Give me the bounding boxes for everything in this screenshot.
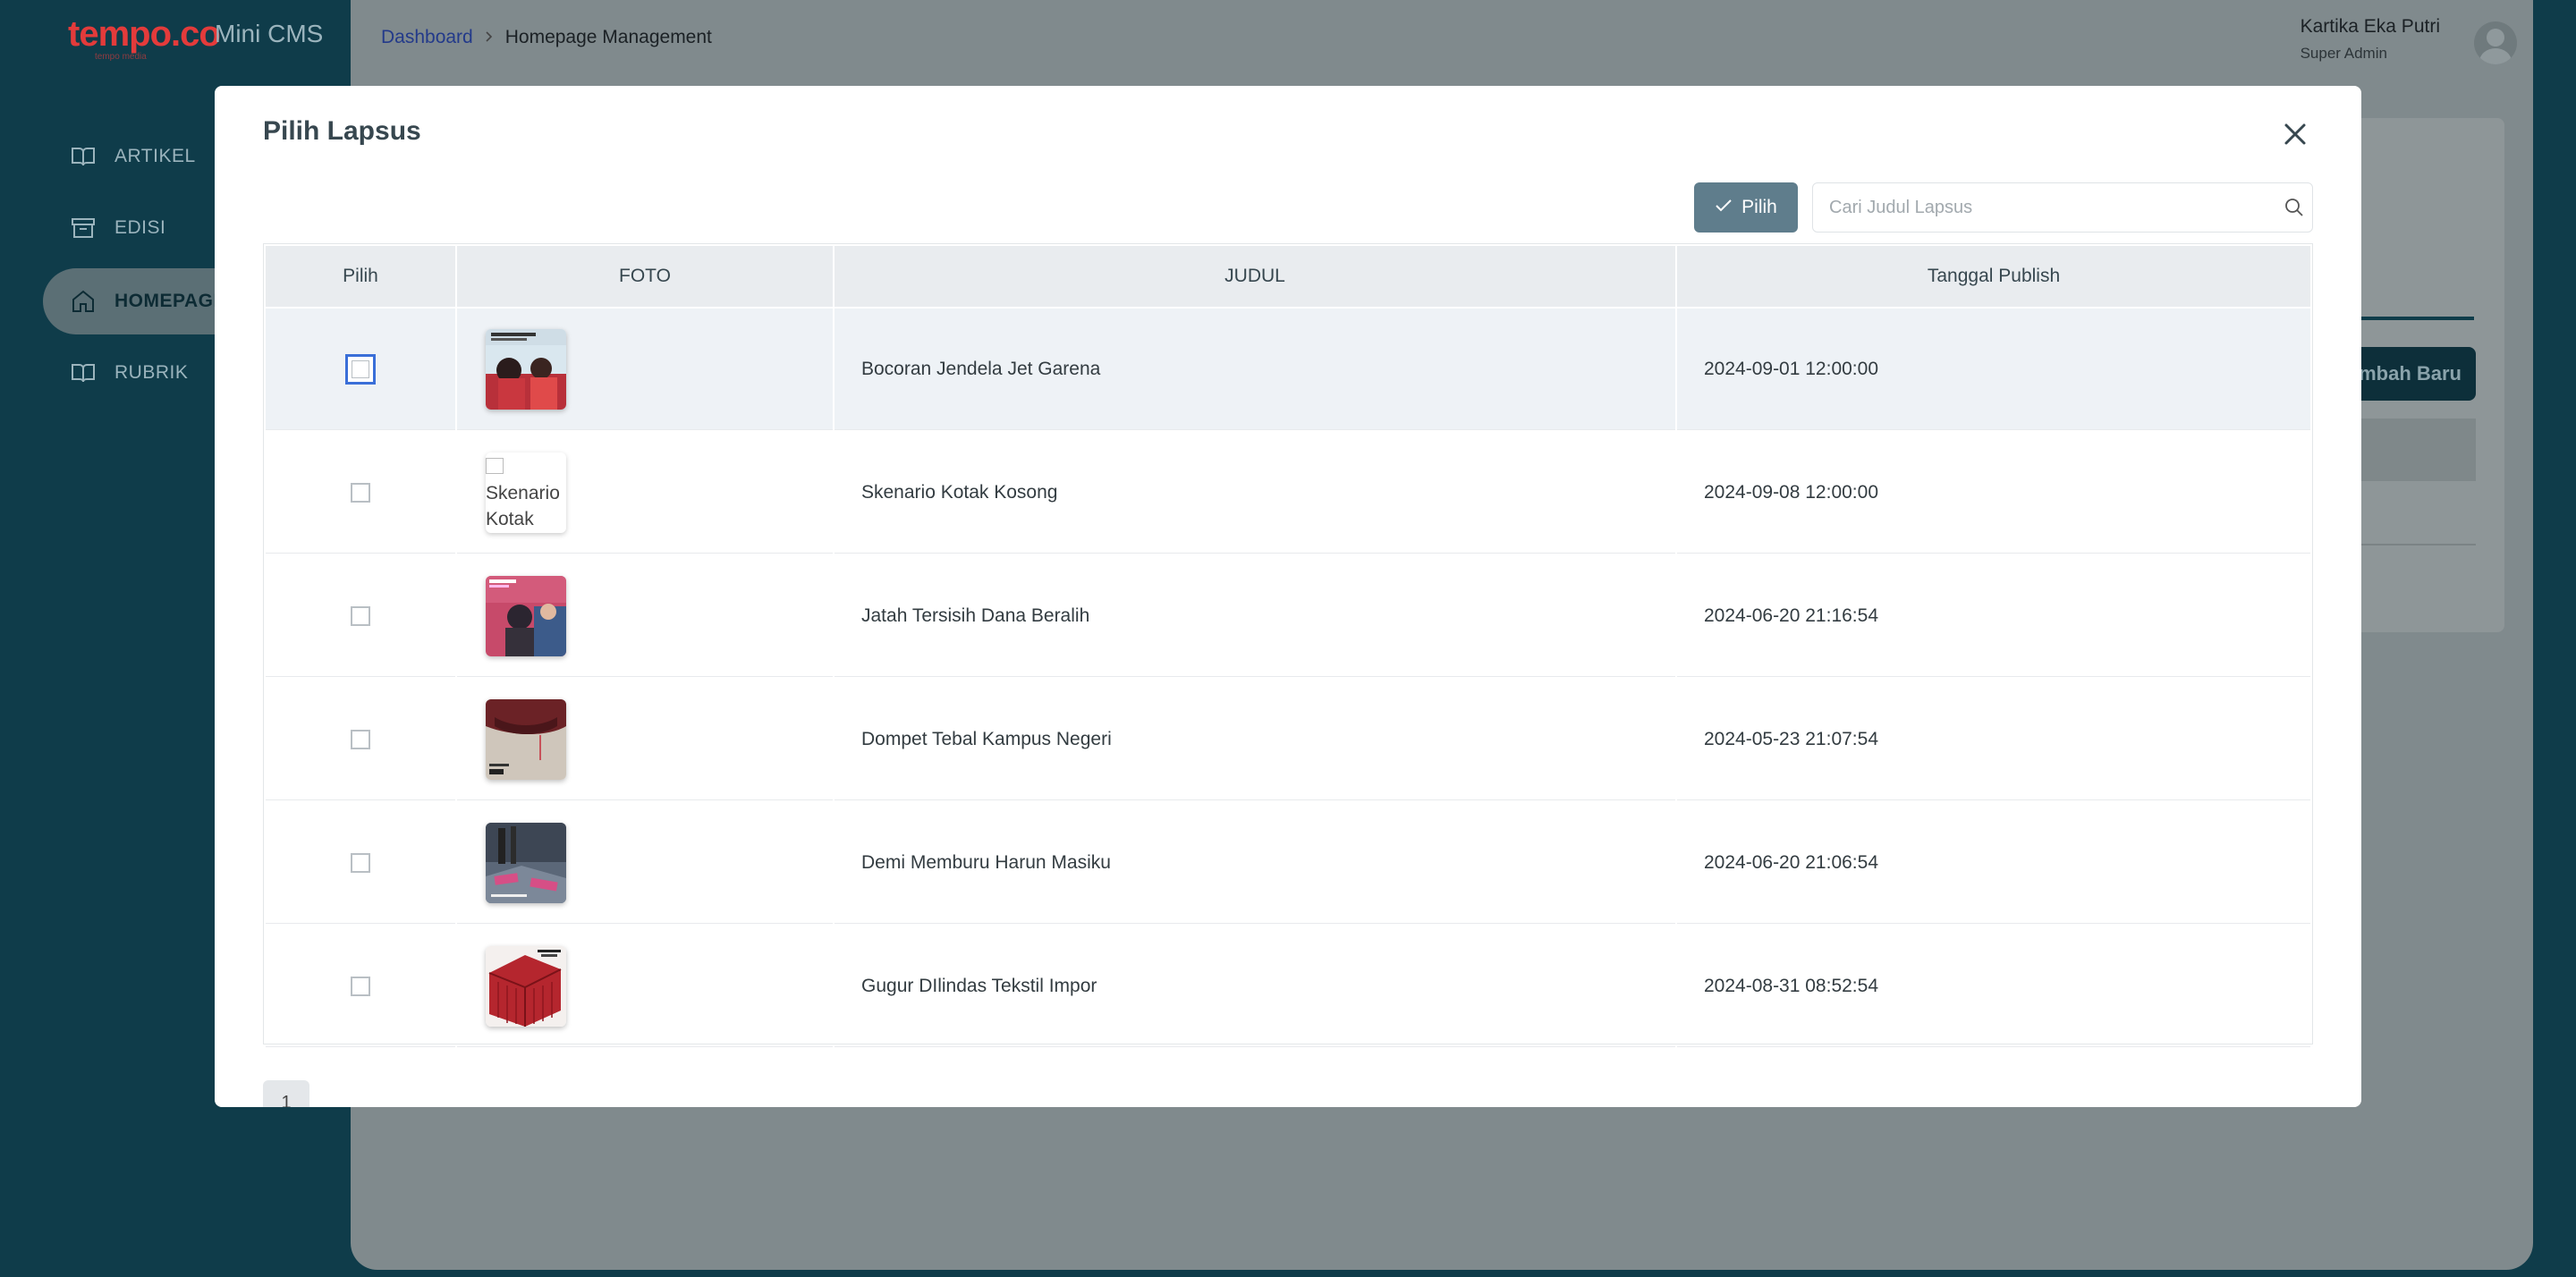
modal-title: Pilih Lapsus	[263, 116, 421, 146]
lapsus-title: Bocoran Jendela Jet Garena	[835, 309, 1675, 430]
lapsus-title: Skenario Kotak Kosong	[835, 432, 1675, 554]
book-icon	[70, 361, 97, 385]
lapsus-title: Jatah Tersisih Dana Beralih	[835, 555, 1675, 677]
user-name: Kartika Eka Putri	[2300, 16, 2440, 37]
search-input[interactable]	[1813, 184, 2276, 231]
user-role: Super Admin	[2300, 45, 2387, 62]
logo-text: tempo.co	[68, 14, 221, 54]
column-header-judul: JUDUL	[835, 246, 1675, 307]
lapsus-date: 2024-08-31 08:52:54	[1677, 926, 2310, 1047]
chevron-right-icon	[484, 27, 495, 48]
select-lapsus-modal: Pilih Lapsus Pilih Pilih FOTO JUDUL Tang…	[215, 86, 2361, 1107]
check-icon	[1715, 197, 1733, 218]
close-icon[interactable]	[2279, 118, 2311, 150]
table-row[interactable]: Bocoran Jendela Jet Garena 2024-09-01 12…	[266, 309, 2310, 430]
column-header-pilih: Pilih	[266, 246, 455, 307]
lapsus-date: 2024-05-23 21:07:54	[1677, 679, 2310, 800]
table-row[interactable]: Demi Memburu Harun Masiku 2024-06-20 21:…	[266, 802, 2310, 924]
table-row[interactable]: Gugur DIlindas Tekstil Impor 2024-08-31 …	[266, 926, 2310, 1047]
row-checkbox[interactable]	[351, 729, 370, 749]
home-icon	[70, 290, 97, 313]
app-name: Mini CMS	[215, 20, 324, 47]
book-icon	[70, 145, 97, 168]
breadcrumb-dashboard-link[interactable]: Dashboard	[381, 27, 473, 48]
table-header-row: Pilih FOTO JUDUL Tanggal Publish	[266, 246, 2310, 307]
table-row[interactable]: Jatah Tersisih Dana Beralih 2024-06-20 2…	[266, 555, 2310, 677]
row-checkbox[interactable]	[351, 976, 370, 996]
lapsus-date: 2024-09-08 12:00:00	[1677, 432, 2310, 554]
lapsus-title: Gugur DIlindas Tekstil Impor	[835, 926, 1675, 1047]
sidebar-item-label: ARTIKEL	[114, 146, 196, 166]
sidebar-item-label: EDISI	[114, 217, 166, 238]
image-alt-text: Skenario Kotak	[486, 482, 560, 529]
archive-icon	[70, 216, 97, 240]
logo-subtext: tempo media	[95, 52, 147, 62]
select-button[interactable]: Pilih	[1694, 182, 1798, 233]
row-checkbox[interactable]	[351, 605, 370, 626]
lapsus-date: 2024-06-20 21:06:54	[1677, 802, 2310, 924]
column-header-foto: FOTO	[457, 246, 833, 307]
lapsus-thumbnail	[486, 328, 566, 410]
search-icon[interactable]	[2276, 198, 2312, 217]
table-row[interactable]: Skenario Kotak Skenario Kotak Kosong 202…	[266, 432, 2310, 554]
row-checkbox[interactable]	[351, 482, 370, 503]
lapsus-title: Dompet Tebal Kampus Negeri	[835, 679, 1675, 800]
user-info[interactable]: Kartika Eka Putri Super Admin	[2301, 16, 2440, 63]
background-table-header	[2343, 419, 2476, 481]
pagination-page-1[interactable]: 1	[263, 1080, 309, 1107]
row-checkbox[interactable]	[345, 353, 376, 385]
lapsus-thumbnail	[486, 575, 566, 656]
lapsus-date: 2024-06-20 21:16:54	[1677, 555, 2310, 677]
breadcrumb: Dashboard Homepage Management	[381, 27, 712, 48]
broken-image-icon	[486, 457, 504, 474]
tempo-logo[interactable]: tempo.co tempo media	[68, 14, 221, 62]
background-table-row	[2343, 483, 2476, 545]
sidebar-item-label: RUBRIK	[114, 362, 189, 383]
lapsus-thumbnail	[486, 822, 566, 903]
search-box	[1812, 182, 2313, 233]
breadcrumb-current: Homepage Management	[504, 27, 712, 47]
broken-image: Skenario Kotak	[486, 452, 566, 533]
avatar[interactable]	[2474, 21, 2517, 64]
row-checkbox[interactable]	[351, 852, 370, 873]
select-button-label: Pilih	[1741, 197, 1777, 217]
lapsus-date: 2024-09-01 12:00:00	[1677, 309, 2310, 430]
lapsus-table: Pilih FOTO JUDUL Tanggal Publish Bocoran…	[263, 243, 2313, 1047]
lapsus-thumbnail	[486, 698, 566, 780]
table-row[interactable]: Dompet Tebal Kampus Negeri 2024-05-23 21…	[266, 679, 2310, 800]
column-header-tanggal: Tanggal Publish	[1677, 246, 2310, 307]
sidebar-item-label: HOMEPAGE	[114, 291, 226, 311]
lapsus-title: Demi Memburu Harun Masiku	[835, 802, 1675, 924]
lapsus-thumbnail	[486, 945, 566, 1027]
